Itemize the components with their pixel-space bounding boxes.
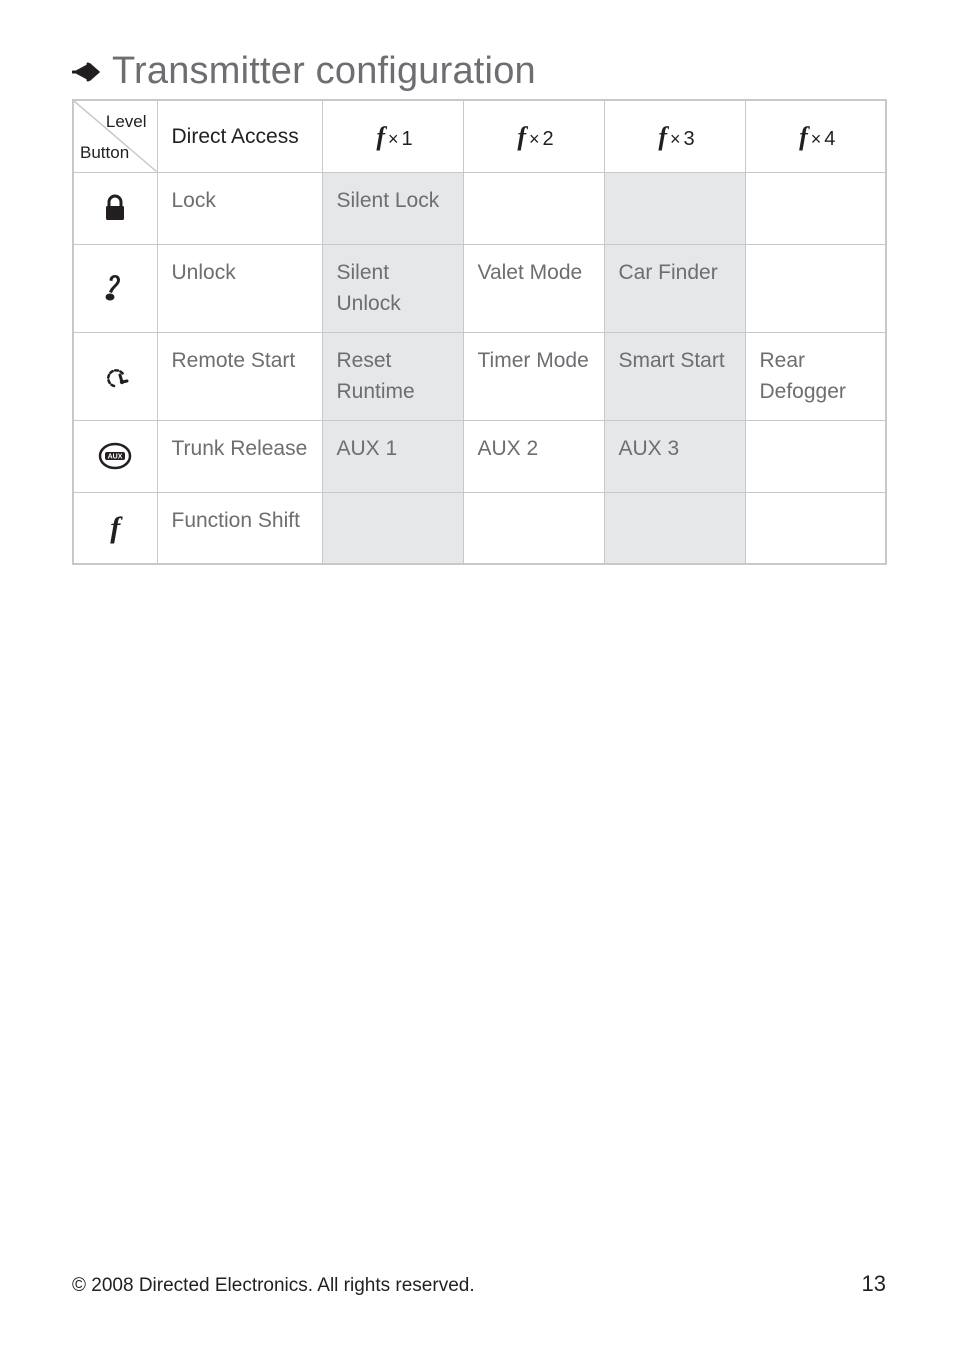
cell-f2 [463, 492, 604, 564]
page-heading: Transmitter configuration [72, 50, 886, 93]
header-direct-access: Direct Access [157, 100, 322, 172]
page-footer: © 2008 Directed Electronics. All rights … [72, 1271, 886, 1297]
cell-f4 [745, 244, 886, 332]
cell-f3: AUX 3 [604, 420, 745, 492]
table-row: Lock Silent Lock [73, 172, 886, 244]
cell-f1 [322, 492, 463, 564]
svg-text:AUX: AUX [108, 454, 123, 461]
unlock-icon [73, 244, 157, 332]
cell-direct: Unlock [157, 244, 322, 332]
cell-f1: Silent Unlock [322, 244, 463, 332]
diag-label-button: Button [80, 140, 129, 166]
page-number: 13 [862, 1271, 886, 1297]
cell-f4: Rear Defogger [745, 332, 886, 420]
cell-f2: Valet Mode [463, 244, 604, 332]
cell-f3: Car Finder [604, 244, 745, 332]
copyright-text: © 2008 Directed Electronics. All rights … [72, 1275, 475, 1297]
cell-f3 [604, 492, 745, 564]
aux-icon: AUX [73, 420, 157, 492]
cell-f4 [745, 492, 886, 564]
header-f4: f×4 [745, 100, 886, 172]
cell-f3 [604, 172, 745, 244]
diag-label-level: Level [106, 109, 147, 135]
cell-direct: Remote Start [157, 332, 322, 420]
header-f2: f×2 [463, 100, 604, 172]
header-f3: f×3 [604, 100, 745, 172]
function-icon: f [73, 492, 157, 564]
cell-f1: AUX 1 [322, 420, 463, 492]
header-f1: f×1 [322, 100, 463, 172]
cell-f4 [745, 172, 886, 244]
cell-f2: Timer Mode [463, 332, 604, 420]
table-row: AUX Trunk Release AUX 1 AUX 2 AUX 3 [73, 420, 886, 492]
transmitter-config-table: Level Button Direct Access f×1 f×2 f×3 f… [72, 99, 887, 565]
cell-direct: Trunk Release [157, 420, 322, 492]
heading-text: Transmitter configuration [112, 50, 536, 93]
remote-start-icon [73, 332, 157, 420]
cell-f3: Smart Start [604, 332, 745, 420]
arrow-right-icon [72, 61, 102, 83]
cell-f2 [463, 172, 604, 244]
table-row: f Function Shift [73, 492, 886, 564]
cell-f1: Reset Runtime [322, 332, 463, 420]
table-row: Unlock Silent Unlock Valet Mode Car Find… [73, 244, 886, 332]
table-row: Remote Start Reset Runtime Timer Mode Sm… [73, 332, 886, 420]
header-diagonal-cell: Level Button [73, 100, 157, 172]
cell-f4 [745, 420, 886, 492]
cell-direct: Lock [157, 172, 322, 244]
cell-f2: AUX 2 [463, 420, 604, 492]
cell-f1: Silent Lock [322, 172, 463, 244]
cell-direct: Function Shift [157, 492, 322, 564]
lock-icon [73, 172, 157, 244]
